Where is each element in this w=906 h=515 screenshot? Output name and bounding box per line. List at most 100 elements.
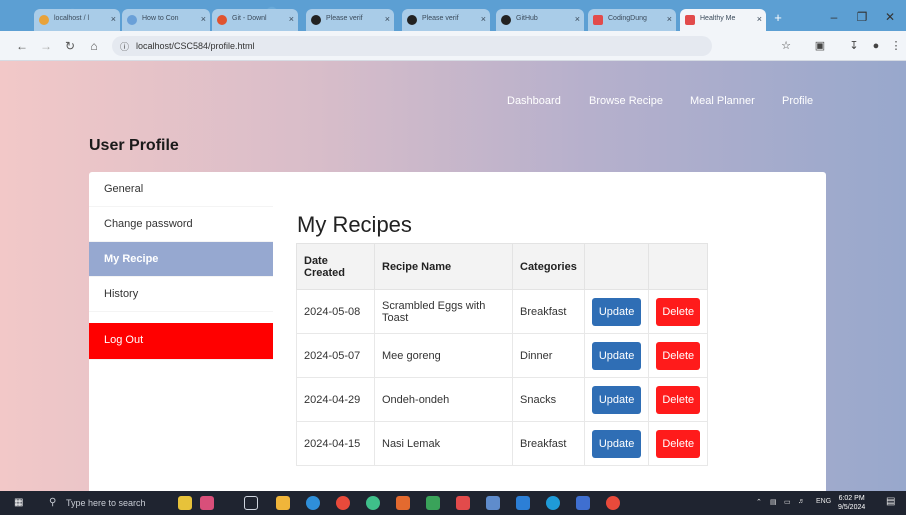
app-icon[interactable] xyxy=(426,496,440,510)
header-delete xyxy=(648,243,709,290)
tulip-widget-icon[interactable] xyxy=(178,496,192,510)
tab-how-to[interactable]: How to Con × xyxy=(122,9,210,31)
tab-label: localhost / l xyxy=(54,15,90,22)
tab-localhost[interactable]: localhost / l × xyxy=(34,9,120,31)
close-icon[interactable]: × xyxy=(385,14,390,24)
app-icon[interactable] xyxy=(396,496,410,510)
menu-item-history[interactable]: History xyxy=(89,277,273,312)
site-icon xyxy=(127,15,137,25)
minimize-icon[interactable]: – xyxy=(820,10,848,26)
menu-item-logout[interactable]: Log Out xyxy=(89,323,273,360)
taskbar-clock[interactable]: 6:02 PM 9/5/2024 xyxy=(838,494,865,512)
close-icon[interactable]: × xyxy=(481,14,486,24)
reload-icon[interactable]: ↻ xyxy=(62,38,78,54)
tray-chevron-icon[interactable]: ⌃ xyxy=(756,498,762,506)
close-icon[interactable]: × xyxy=(289,14,294,24)
url-text: localhost/CSC584/profile.html xyxy=(136,41,255,51)
tab-label: CodingDung xyxy=(608,15,647,22)
cell-category: Dinner xyxy=(512,333,585,378)
tab-please-verify-2[interactable]: Please verif × xyxy=(402,9,490,31)
cell-delete: Delete xyxy=(648,377,709,422)
nav-meal-planner-link[interactable]: Meal Planner xyxy=(690,95,755,107)
close-icon[interactable]: × xyxy=(667,14,672,24)
tab-label: Please verif xyxy=(326,15,363,22)
table-row: 2024-04-15 Nasi Lemak Breakfast Update D… xyxy=(296,421,709,466)
tab-label: Healthy Me xyxy=(700,15,736,22)
menu-item-my-recipe[interactable]: My Recipe xyxy=(89,242,273,277)
tulip-widget-icon[interactable] xyxy=(200,496,214,510)
tab-please-verify-1[interactable]: Please verif × xyxy=(306,9,394,31)
window-close-icon[interactable]: ✕ xyxy=(876,10,904,26)
app-icon[interactable] xyxy=(456,496,470,510)
my-recipes-heading: My Recipes xyxy=(297,212,412,237)
bookmark-star-icon[interactable]: ☆ xyxy=(778,38,794,54)
chrome-icon[interactable] xyxy=(336,496,350,510)
browser-toolbar: ← → ↻ ⌂ ⓘ localhost/CSC584/profile.html … xyxy=(0,31,906,61)
update-button[interactable]: Update xyxy=(591,385,642,414)
battery-icon[interactable]: ▭ xyxy=(784,498,791,506)
volume-icon[interactable]: ♬ xyxy=(798,498,805,505)
forward-arrow-icon[interactable]: → xyxy=(38,38,54,54)
app-icon[interactable] xyxy=(546,496,560,510)
app-icon[interactable] xyxy=(576,496,590,510)
taskbar-search-box[interactable]: ⚲ Type here to search xyxy=(40,494,190,512)
tab-label: GitHub xyxy=(516,15,538,22)
github-desktop-icon[interactable] xyxy=(366,496,380,510)
back-arrow-icon[interactable]: ← xyxy=(14,38,30,54)
nav-dashboard-link[interactable]: Dashboard xyxy=(507,95,561,107)
delete-button[interactable]: Delete xyxy=(656,429,701,458)
tab-git-download[interactable]: Git - Downl × xyxy=(212,9,298,31)
close-icon[interactable]: × xyxy=(575,14,580,24)
task-view-icon[interactable] xyxy=(244,496,258,510)
update-button[interactable]: Update xyxy=(591,297,642,326)
delete-button[interactable]: Delete xyxy=(656,341,701,370)
table-row: 2024-05-08 Scrambled Eggs with Toast Bre… xyxy=(296,289,709,334)
menu-item-change-password[interactable]: Change password xyxy=(89,207,273,242)
tab-healthy-me[interactable]: Healthy Me × xyxy=(680,9,766,31)
nav-profile-link[interactable]: Profile xyxy=(782,95,813,107)
search-icon: ⚲ xyxy=(49,497,57,508)
network-icon[interactable]: ▤ xyxy=(770,498,777,506)
new-tab-button[interactable]: + xyxy=(768,10,788,28)
cell-date: 2024-04-29 xyxy=(296,377,375,422)
file-explorer-icon[interactable] xyxy=(276,496,290,510)
extensions-icon[interactable]: ▣ xyxy=(812,38,828,54)
clock-time: 6:02 PM xyxy=(838,495,865,502)
cell-delete: Delete xyxy=(648,333,709,378)
update-button[interactable]: Update xyxy=(591,341,642,370)
nav-browse-recipe-link[interactable]: Browse Recipe xyxy=(589,95,663,107)
update-button[interactable]: Update xyxy=(591,429,642,458)
delete-button[interactable]: Delete xyxy=(656,385,701,414)
cell-update: Update xyxy=(583,289,650,334)
language-indicator[interactable]: ENG xyxy=(816,498,831,505)
restore-icon[interactable]: ❐ xyxy=(848,10,876,26)
cell-update: Update xyxy=(583,333,650,378)
address-bar[interactable]: ⓘ localhost/CSC584/profile.html xyxy=(112,36,712,56)
site-info-icon[interactable]: ⓘ xyxy=(120,40,129,53)
vscode-icon[interactable] xyxy=(516,496,530,510)
cell-delete: Delete xyxy=(648,289,709,334)
phpmyadmin-icon xyxy=(39,15,49,25)
app-icon[interactable] xyxy=(486,496,500,510)
chrome-icon[interactable] xyxy=(606,496,620,510)
cell-recipe-name: Ondeh-ondeh xyxy=(374,377,513,422)
download-icon[interactable]: ↧ xyxy=(846,38,862,54)
close-icon[interactable]: × xyxy=(757,14,762,24)
close-icon[interactable]: × xyxy=(111,14,116,24)
header-update xyxy=(583,243,650,290)
windows-start-icon[interactable]: ▦ xyxy=(14,497,26,509)
tab-github[interactable]: GitHub × xyxy=(496,9,584,31)
menu-item-general[interactable]: General xyxy=(89,172,273,207)
delete-button[interactable]: Delete xyxy=(656,297,701,326)
header-recipe-name: Recipe Name xyxy=(374,243,513,290)
notifications-icon[interactable]: ▤ xyxy=(886,496,895,507)
cell-category: Breakfast xyxy=(512,289,585,334)
menu-dots-icon[interactable]: ⋮ xyxy=(888,38,904,54)
edge-icon[interactable] xyxy=(306,496,320,510)
table-header-row: Date Created Recipe Name Categories xyxy=(296,243,709,290)
profile-avatar-icon[interactable]: ● xyxy=(868,38,884,54)
home-icon[interactable]: ⌂ xyxy=(86,38,102,54)
tab-codingdung[interactable]: CodingDung × xyxy=(588,9,676,31)
cell-date: 2024-05-08 xyxy=(296,289,375,334)
close-icon[interactable]: × xyxy=(201,14,206,24)
